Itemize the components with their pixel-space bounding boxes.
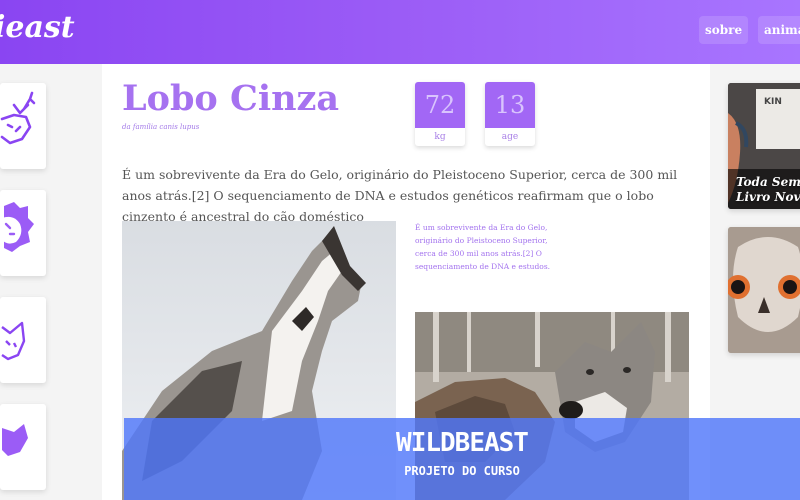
sidebar-item-fox[interactable]: [0, 297, 46, 383]
side-note: É um sobrevivente da Era do Gelo, origin…: [415, 223, 551, 271]
right-card-book[interactable]: KIN Toda Sema Livro Nov: [728, 83, 800, 209]
nav-animais-button[interactable]: animai: [758, 16, 800, 44]
nav-sobre-button[interactable]: sobre: [699, 16, 749, 44]
bull-icon: [2, 424, 28, 456]
article-description: É um sobrevivente da Era do Gelo, origin…: [122, 167, 678, 224]
stat-weight-value: 72: [415, 82, 465, 128]
owl-image: [728, 227, 800, 353]
sidebar-item-deer[interactable]: [0, 83, 46, 169]
right-card-caption-1: Toda Sema: [736, 175, 800, 189]
logo[interactable]: ieast: [0, 10, 75, 45]
banner-subtitle: PROJETO DO CURSO: [404, 464, 520, 478]
right-card-caption-2: Livro Nov: [736, 190, 800, 204]
lion-icon: [2, 202, 34, 252]
fox-icon: [1, 321, 26, 361]
sidebar-item-bull[interactable]: [0, 404, 46, 490]
stat-weight-unit: kg: [434, 132, 446, 142]
page-title: Lobo Cinza: [122, 78, 340, 119]
top-header: ieast sobre animai: [0, 0, 800, 64]
course-banner: WILDBEAST PROJETO DO CURSO: [124, 418, 800, 500]
deer-icon: [0, 91, 36, 145]
banner-title: WILDBEAST: [396, 428, 529, 458]
species-family: da família canis lupus: [122, 123, 200, 131]
stat-age-value: 13: [485, 82, 535, 128]
right-card-owl[interactable]: [728, 227, 800, 353]
stat-age: 13 age: [485, 82, 535, 146]
stat-age-unit: age: [501, 132, 519, 142]
sidebar-item-lion[interactable]: [0, 190, 46, 276]
book-cover-text: KIN: [764, 97, 782, 107]
stat-weight: 72 kg: [415, 82, 465, 146]
